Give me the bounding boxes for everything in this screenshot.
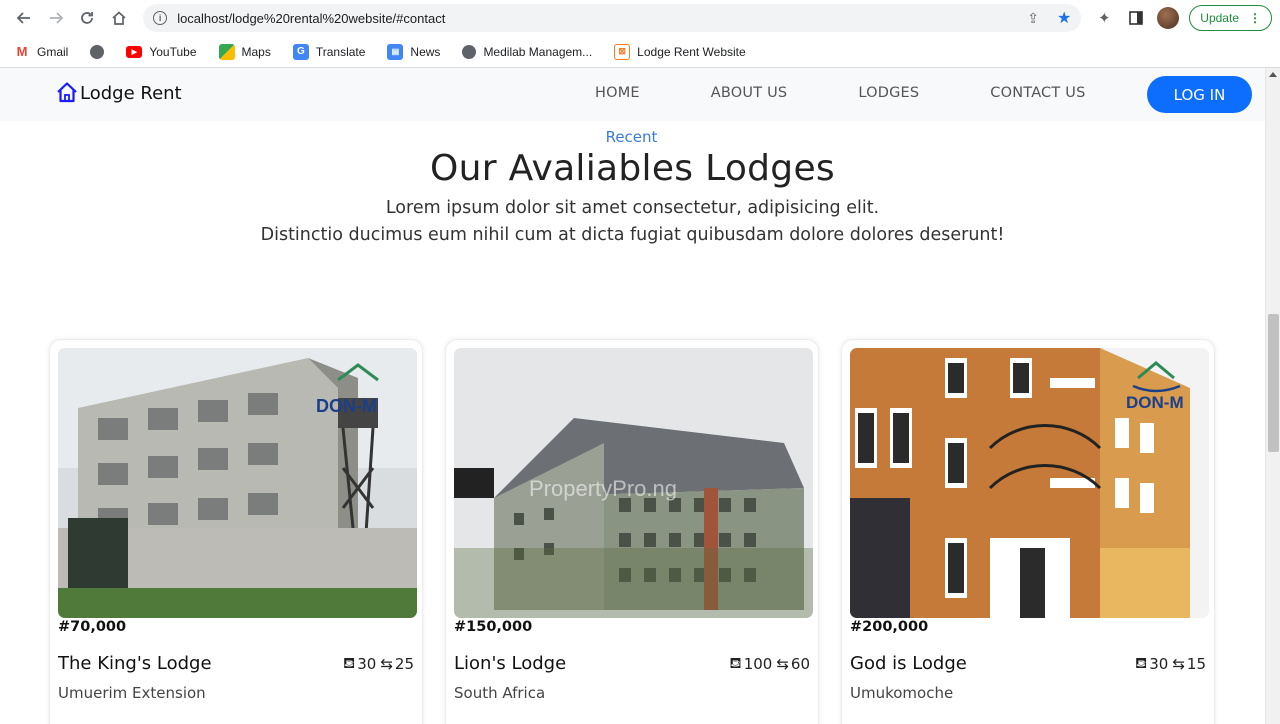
- menu-dots-icon: ⋮: [1249, 11, 1261, 25]
- login-button[interactable]: LOG IN: [1147, 76, 1252, 113]
- propertypro-watermark: PropertyPro.ng: [529, 476, 677, 501]
- bed-icon: ⛾: [342, 653, 356, 672]
- nav-about-us[interactable]: ABOUT US: [711, 85, 788, 101]
- lodge-name: Lion's Lodge: [454, 653, 567, 674]
- house-icon: [57, 82, 77, 103]
- update-label: Update: [1200, 11, 1239, 25]
- browser-toolbar: i localhost/lodge%20rental%20website/#co…: [0, 0, 1280, 36]
- maps-icon: [218, 43, 235, 60]
- lodge-stats: ⛾ 30 ⇆ 15: [1135, 654, 1206, 674]
- section-eyebrow: Recent: [605, 128, 658, 146]
- bookmark-label: Maps: [241, 44, 271, 59]
- youtube-icon: ▶: [126, 45, 143, 58]
- scroll-up-icon[interactable]: [1269, 72, 1277, 77]
- bookmark-label: Medilab Managem...: [483, 44, 593, 59]
- lodge-card[interactable]: PropertyPro.ng #150,000 Lion's Lodge ⛾ 10…: [445, 339, 819, 724]
- lodge-stats: ⛾ 100 ⇆ 60: [729, 654, 810, 674]
- lodge-photo: DON-M: [58, 348, 417, 618]
- nav-home[interactable]: HOME: [595, 85, 640, 101]
- globe-icon: [90, 44, 105, 59]
- site-navbar: Lodge Rent HOME ABOUT US LODGES CONTACT …: [0, 68, 1265, 121]
- news-icon: ▤: [387, 43, 404, 60]
- bookmark-gmail[interactable]: M Gmail: [14, 44, 69, 60]
- page-scrollbar[interactable]: [1265, 68, 1280, 724]
- extensions-icon[interactable]: ✦: [1093, 7, 1115, 29]
- lodge-card[interactable]: DON-M #200,000 God is Lodge ⛾ 30 ⇆ 15 Umuk…: [841, 339, 1215, 724]
- section-title: Our Avaliables Lodges: [430, 148, 835, 189]
- bed-count: 30: [357, 654, 377, 673]
- lodge-cards: DON-M #70,000 The King's Lodge ⛾ 30 ⇆ 25 U…: [49, 339, 1215, 724]
- page-viewport: Lodge Rent HOME ABOUT US LODGES CONTACT …: [0, 68, 1280, 724]
- home-icon[interactable]: [103, 2, 135, 34]
- brand-logo[interactable]: Lodge Rent: [55, 80, 182, 104]
- globe-icon: [462, 44, 477, 59]
- back-icon[interactable]: [8, 2, 40, 34]
- bookmark-medilab[interactable]: Medilab Managem...: [462, 44, 593, 59]
- bookmark-label: YouTube: [149, 44, 197, 59]
- bed-icon: ⛾: [1134, 653, 1148, 672]
- lodge-card[interactable]: DON-M #70,000 The King's Lodge ⛾ 30 ⇆ 25 U…: [49, 339, 423, 724]
- profile-avatar[interactable]: [1157, 7, 1180, 29]
- bath-count: 60: [790, 654, 810, 673]
- url-text: localhost/lodge%20rental%20website/#cont…: [177, 10, 446, 26]
- lodges-header: Recent Our Avaliables Lodges Lorem ipsum…: [0, 128, 1265, 249]
- site-info-icon[interactable]: i: [153, 11, 168, 25]
- lodge-name: The King's Lodge: [58, 653, 212, 674]
- bath-icon: ⇆: [1172, 654, 1185, 673]
- lodge-location: Umukomoche: [850, 684, 954, 702]
- bookmark-star-icon[interactable]: ★: [1057, 8, 1071, 28]
- translate-icon: G: [292, 43, 309, 60]
- brand-text: Lodge Rent: [80, 83, 182, 104]
- bath-count: 25: [394, 654, 414, 673]
- bed-count: 100: [743, 654, 773, 673]
- lodge-price: #200,000: [850, 619, 929, 635]
- bookmark-globe[interactable]: [90, 44, 105, 59]
- bookmark-maps[interactable]: Maps: [218, 43, 271, 60]
- don-m-watermark: DON-M: [316, 396, 377, 416]
- bookmark-label: Lodge Rent Website: [637, 44, 746, 59]
- bed-count: 30: [1149, 654, 1169, 673]
- update-button[interactable]: Update ⋮: [1189, 5, 1272, 31]
- side-panel-icon[interactable]: [1125, 7, 1147, 29]
- bookmark-news[interactable]: ▤ News: [387, 43, 441, 60]
- bed-icon: ⛾: [729, 653, 742, 672]
- bookmark-label: Gmail: [37, 44, 69, 59]
- bookmarks-bar: M Gmail ▶ YouTube Maps G Translate ▤ New…: [0, 36, 1280, 68]
- lodge-price: #70,000: [58, 619, 127, 635]
- bookmark-translate[interactable]: G Translate: [292, 43, 366, 60]
- bath-icon: ⇆: [776, 654, 789, 673]
- lodge-location: South Africa: [454, 684, 546, 702]
- desc-line-1: Lorem ipsum dolor sit amet consectetur, …: [385, 198, 880, 218]
- lodge-price: #150,000: [454, 619, 533, 635]
- address-bar[interactable]: i localhost/lodge%20rental%20website/#co…: [143, 4, 1082, 32]
- desc-line-2: Distinctio ducimus eum nihil cum at dict…: [260, 225, 1005, 245]
- main-menu: HOME ABOUT US LODGES CONTACT US: [595, 85, 1085, 101]
- bath-count: 15: [1186, 654, 1206, 673]
- bookmark-label: Translate: [315, 44, 366, 59]
- bookmark-label: News: [410, 44, 441, 59]
- gmail-icon: M: [16, 44, 28, 59]
- bath-icon: ⇆: [380, 654, 393, 673]
- share-icon[interactable]: ⇪: [1027, 10, 1039, 27]
- lodge-location: Umuerim Extension: [58, 684, 206, 702]
- lodge-photo: PropertyPro.ng: [454, 348, 813, 618]
- lodge-photo: DON-M: [850, 348, 1209, 618]
- nav-contact-us[interactable]: CONTACT US: [990, 85, 1085, 101]
- nav-lodges[interactable]: LODGES: [858, 85, 919, 101]
- lodge-stats: ⛾ 30 ⇆ 25: [343, 654, 414, 674]
- reload-icon[interactable]: [72, 2, 104, 34]
- don-m-watermark: DON-M: [1126, 393, 1184, 412]
- bookmark-lodge-rent[interactable]: ⊠ Lodge Rent Website: [614, 43, 746, 60]
- forward-icon[interactable]: [40, 2, 72, 34]
- bookmark-youtube[interactable]: ▶ YouTube: [126, 44, 197, 59]
- section-description: Lorem ipsum dolor sit amet consectetur, …: [0, 195, 1265, 249]
- scrollbar-thumb[interactable]: [1268, 314, 1279, 452]
- lodge-name: God is Lodge: [850, 653, 967, 674]
- xampp-icon: ⊠: [614, 43, 631, 60]
